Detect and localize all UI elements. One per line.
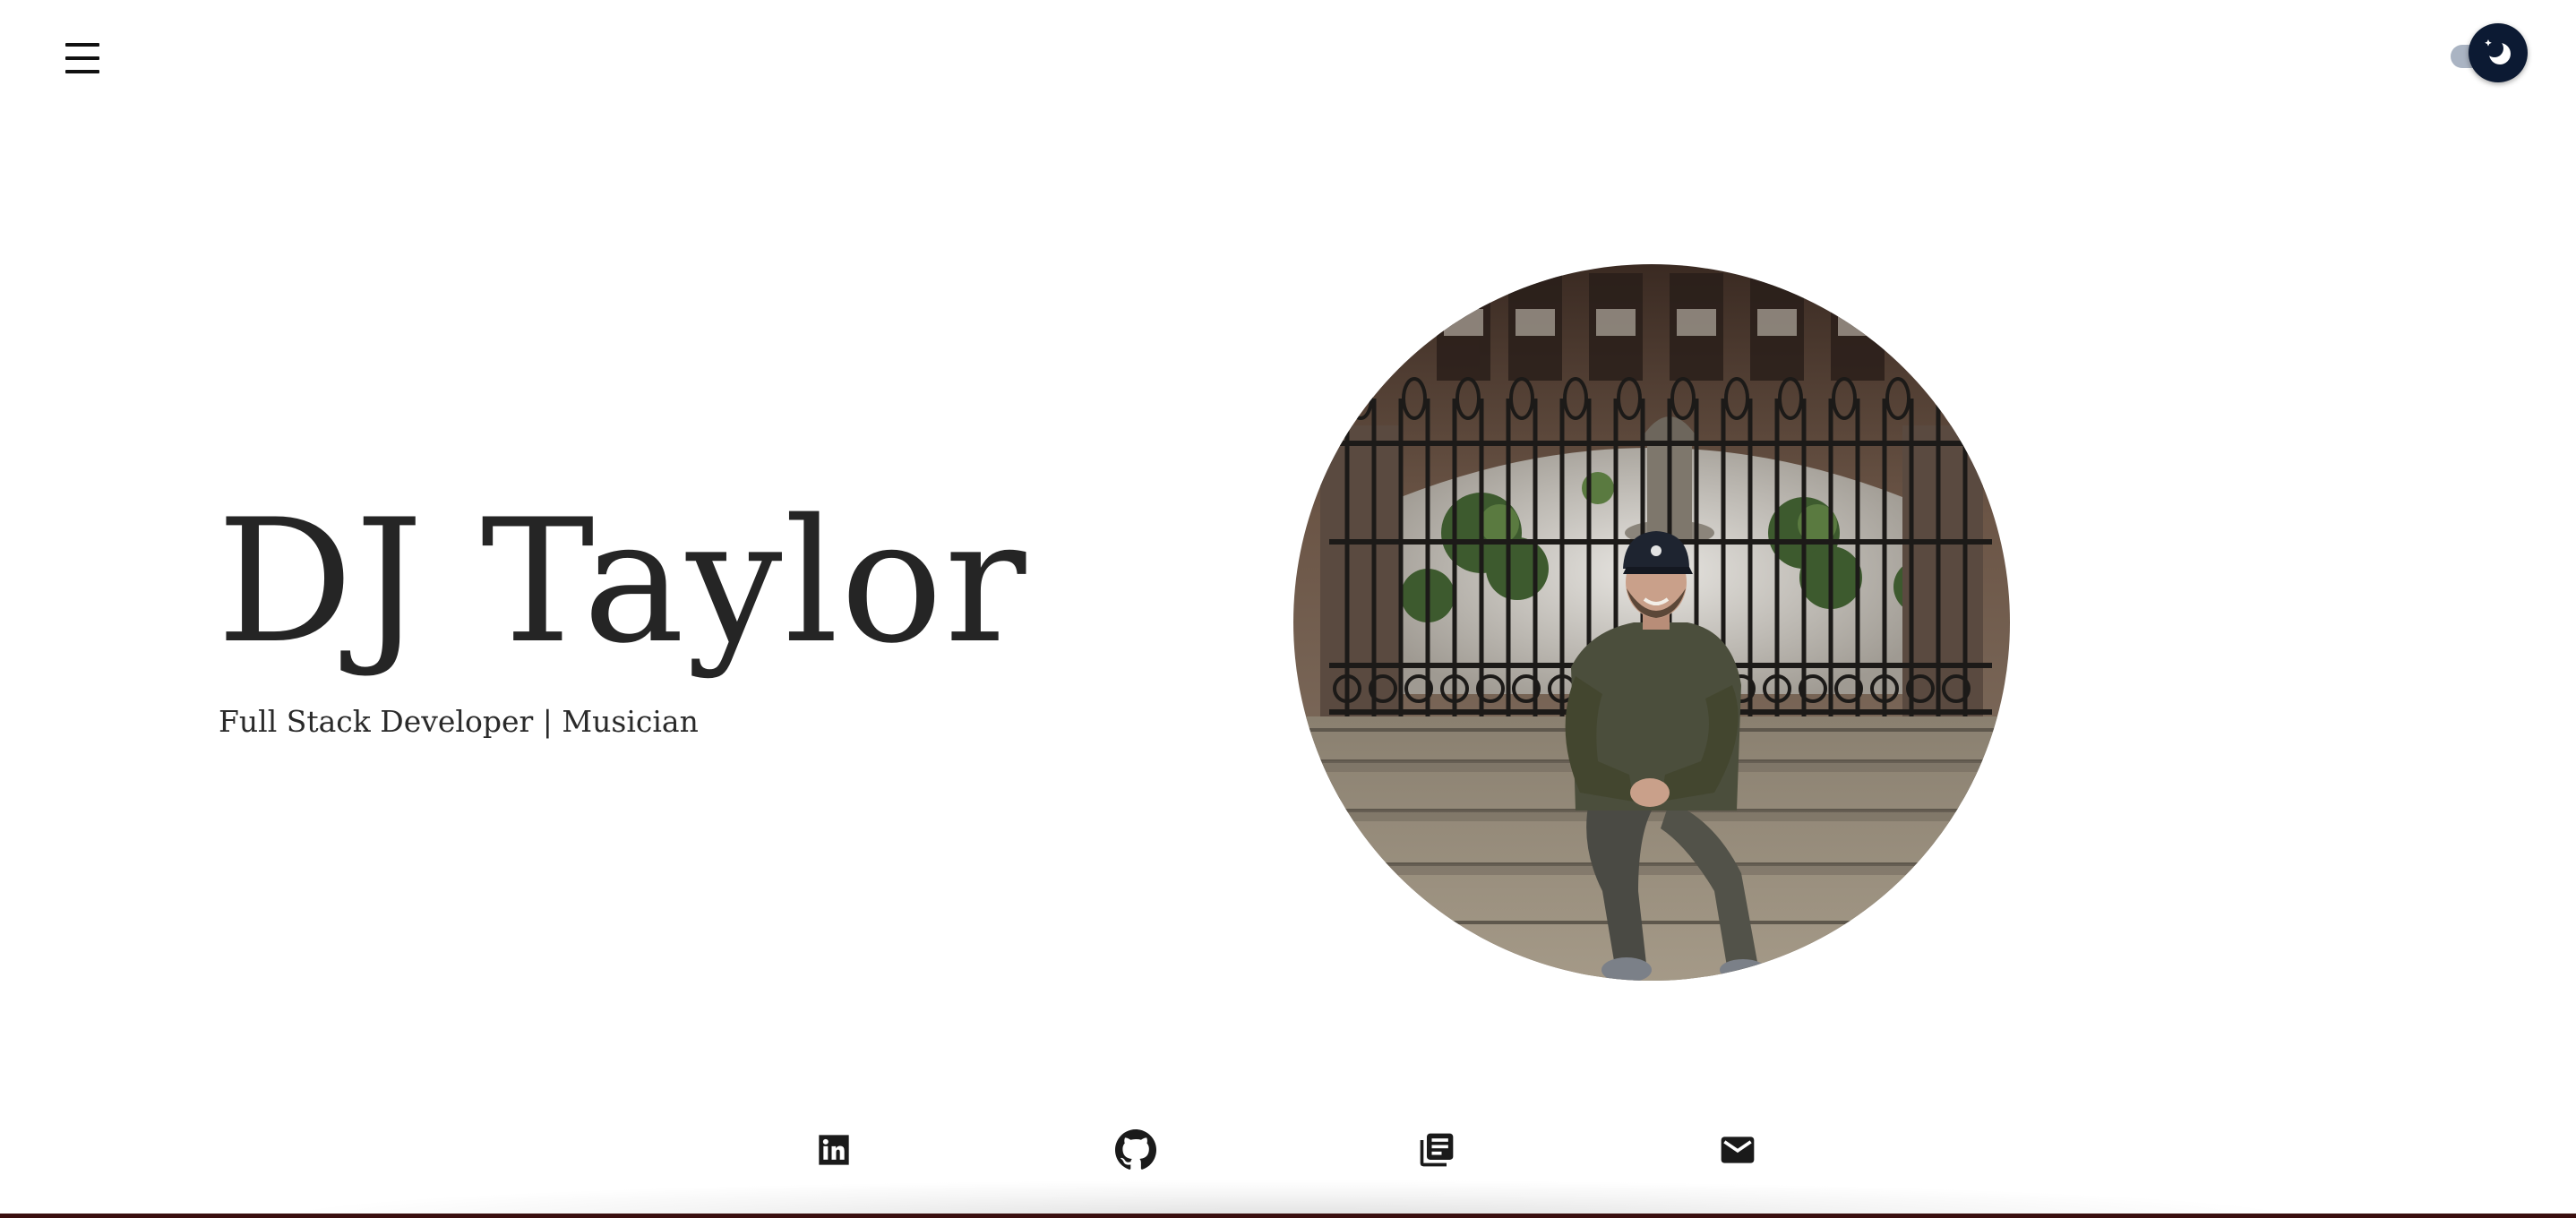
github-icon bbox=[1115, 1129, 1156, 1170]
moon-icon bbox=[2485, 39, 2511, 64]
page: DJ Taylor Full Stack Developer | Musicia… bbox=[0, 0, 2576, 1218]
articles-icon bbox=[1420, 1133, 1454, 1167]
hero-name: DJ Taylor bbox=[217, 483, 1028, 681]
blog-link[interactable] bbox=[1413, 1127, 1460, 1173]
linkedin-icon bbox=[819, 1135, 849, 1165]
github-link[interactable] bbox=[1112, 1127, 1159, 1173]
menu-button[interactable] bbox=[59, 43, 106, 73]
toggle-knob bbox=[2469, 23, 2528, 82]
hamburger-menu-icon-bar-3 bbox=[65, 70, 99, 73]
hamburger-menu-icon-bar-2 bbox=[65, 56, 99, 60]
email-link[interactable] bbox=[1714, 1127, 1761, 1173]
social-links-bar bbox=[0, 1111, 2576, 1191]
hero-subtitle: Full Stack Developer | Musician bbox=[219, 704, 699, 739]
linkedin-link[interactable] bbox=[811, 1127, 857, 1173]
theme-toggle[interactable] bbox=[2443, 23, 2528, 86]
hamburger-menu-icon-bar-1 bbox=[65, 43, 99, 47]
bottom-shadow bbox=[287, 1180, 2289, 1218]
profile-photo bbox=[1293, 264, 2010, 981]
mail-icon bbox=[1721, 1137, 1755, 1163]
bottom-edge bbox=[0, 1214, 2576, 1218]
